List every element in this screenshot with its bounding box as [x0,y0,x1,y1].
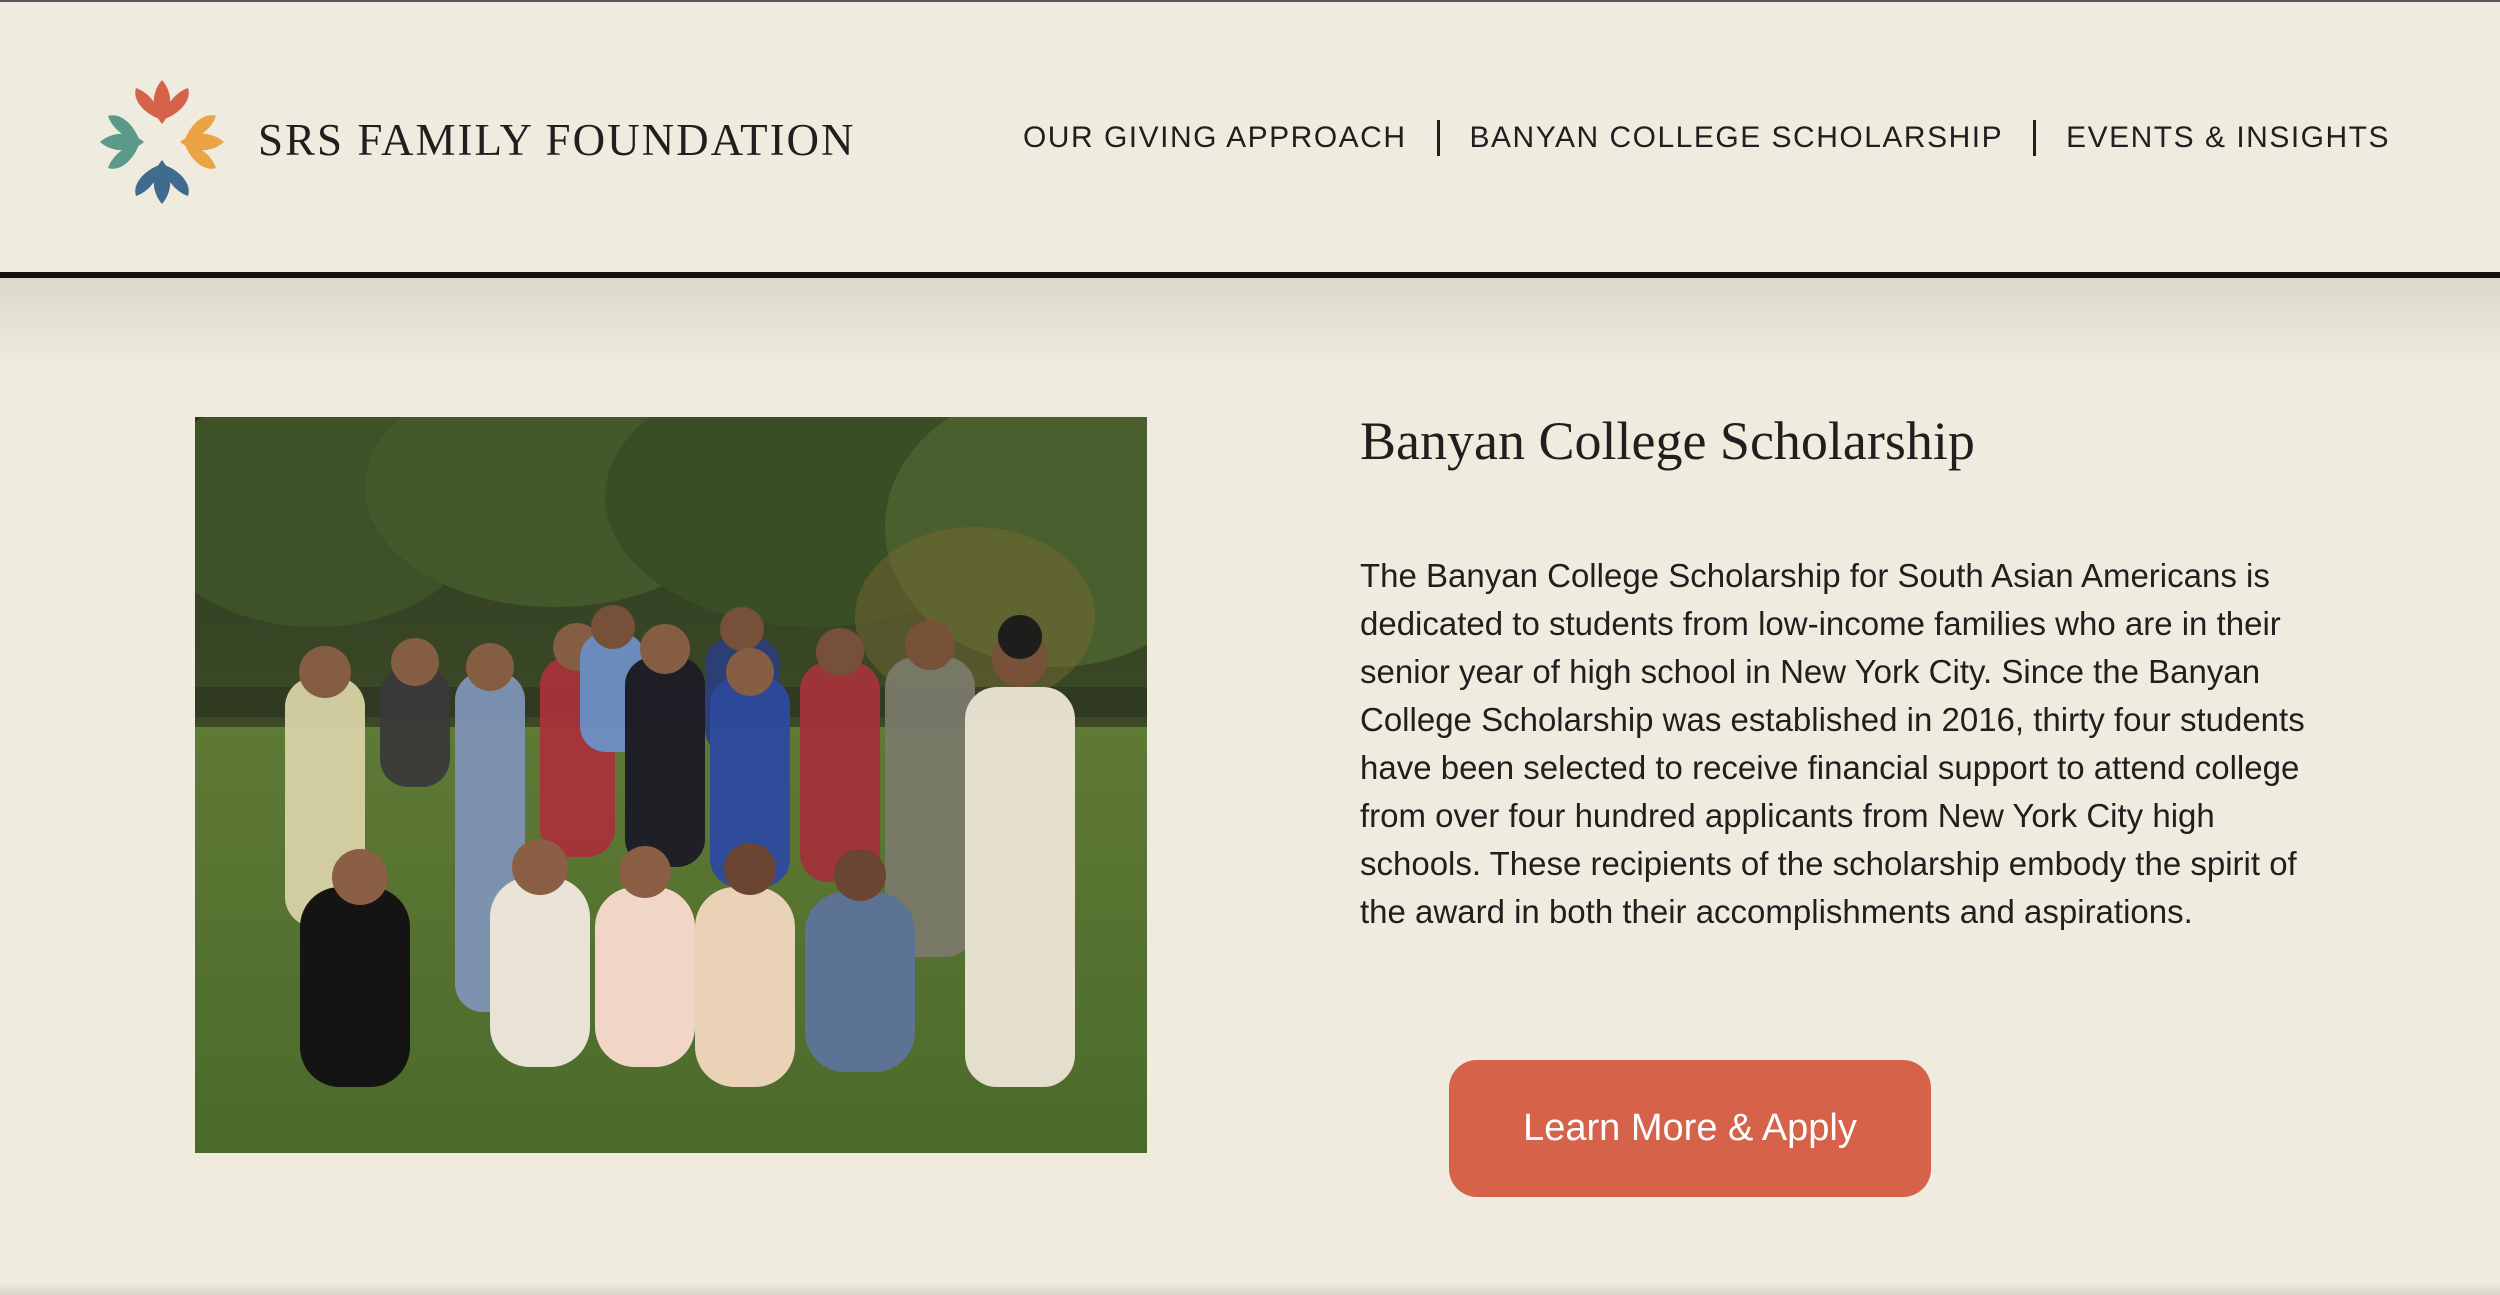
nav-divider [2033,120,2037,156]
nav-divider [1436,120,1440,156]
hero-shadow [0,278,2500,368]
scholarship-title: Banyan College Scholarship [1360,411,1975,471]
site-header: SRS FAMILY FOUNDATION OUR GIVING APPROAC… [0,0,2500,272]
scholarship-description: The Banyan College Scholarship for South… [1360,557,2305,930]
group-photo-image [195,417,1147,1153]
learn-more-apply-button[interactable]: Learn More & Apply [1449,1060,1931,1197]
brand-name[interactable]: SRS FAMILY FOUNDATION [258,114,856,166]
nav-item-giving-approach[interactable]: OUR GIVING APPROACH [1023,121,1407,155]
nav-item-banyan-scholarship[interactable]: BANYAN COLLEGE SCHOLARSHIP [1470,121,2004,155]
nav-item-events-insights[interactable]: EVENTS & INSIGHTS [2066,121,2390,155]
scholars-group-photo [195,417,1147,1153]
main-nav: OUR GIVING APPROACH BANYAN COLLEGE SCHOL… [1023,120,2390,156]
page-bottom-shadow [0,1283,2500,1295]
lotus-flower-icon[interactable] [98,78,226,206]
